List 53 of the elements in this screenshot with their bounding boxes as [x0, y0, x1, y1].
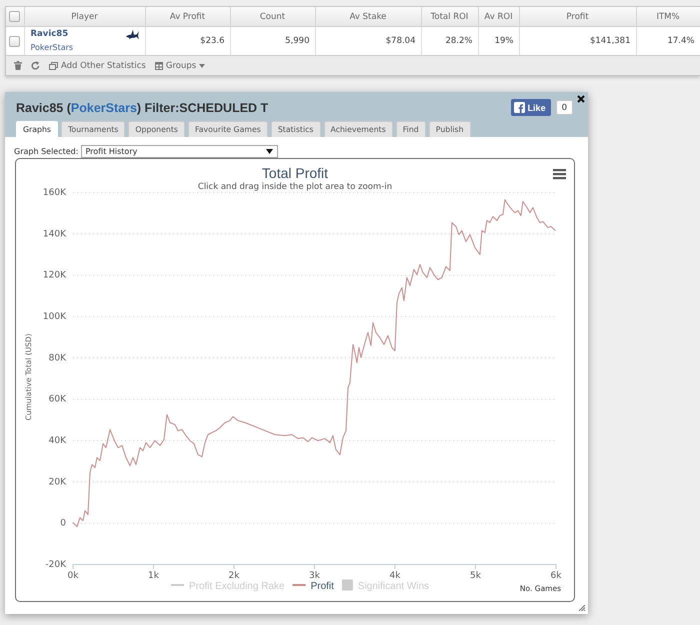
y-axis-label: -20K — [45, 560, 66, 570]
column-header[interactable]: Player — [24, 7, 145, 26]
column-header[interactable]: Av Stake — [315, 7, 421, 26]
y-axis-label: 40K — [48, 436, 66, 446]
row-checkbox[interactable] — [9, 36, 20, 46]
graph-select-dropdown[interactable]: Profit History — [81, 145, 278, 158]
menu-icon[interactable] — [553, 169, 566, 180]
x-axis-label: 5k — [470, 571, 481, 581]
shark-icon — [126, 29, 138, 40]
y-axis-label: 0 — [60, 518, 66, 529]
graph-selected-label: Graph Selected: — [14, 147, 78, 156]
caret-icon — [266, 149, 274, 154]
y-axis-label: 140K — [42, 229, 66, 240]
facebook-icon — [514, 102, 525, 113]
site-link[interactable]: PokerStars — [70, 100, 137, 114]
select-all-checkbox[interactable] — [9, 11, 20, 22]
legend-line-icon — [170, 584, 184, 586]
chart-title: Total Profit — [262, 165, 328, 181]
legend-item[interactable]: Profit — [292, 581, 334, 592]
add-statistics-button[interactable]: Add Other Statistics — [49, 60, 146, 70]
refresh-icon[interactable] — [31, 61, 40, 70]
y-axis-label: 20K — [48, 477, 66, 488]
y-axis-label: 80K — [48, 353, 66, 364]
chart-subtitle: Click and drag inside the plot area to zoom-in — [198, 182, 392, 192]
x-axis-label: 6k — [550, 571, 562, 581]
x-axis-label: 2k — [228, 571, 240, 581]
table-icon — [154, 62, 163, 70]
column-header[interactable]: Av ROI — [478, 7, 519, 26]
like-button[interactable]: Like — [510, 99, 551, 116]
column-header[interactable]: Profit — [519, 7, 636, 26]
caret-icon — [199, 64, 206, 68]
column-header[interactable]: Count — [230, 7, 315, 26]
column-header[interactable]: Total ROI — [421, 7, 478, 26]
y-axis-label: 160K — [42, 188, 66, 198]
x-axis-label: 1k — [148, 571, 159, 581]
y-axis-label: 120K — [42, 270, 66, 281]
y-axis-label: 100K — [42, 312, 66, 322]
y-axis-label: 60K — [48, 394, 66, 405]
site-link[interactable]: PokerStars — [30, 42, 74, 53]
player-name-link[interactable]: Ravic85 — [30, 29, 68, 40]
windows-icon — [49, 62, 58, 70]
column-header[interactable]: ITM% — [636, 7, 700, 26]
close-icon[interactable] — [577, 95, 585, 103]
x-axis-label: 0k — [68, 571, 78, 581]
trash-icon[interactable] — [14, 61, 22, 70]
dialog-title: Ravic85 (PokerStars) Filter:SCHEDULED T — [16, 100, 268, 114]
resize-grip-icon[interactable] — [579, 605, 585, 611]
legend-square-icon — [342, 580, 353, 590]
x-axis-label: 3k — [309, 571, 320, 581]
column-header[interactable]: Av Profit — [145, 7, 230, 26]
groups-button[interactable]: Groups — [154, 60, 206, 70]
like-count: 0 — [556, 100, 573, 115]
x-axis-label: 4k — [390, 571, 400, 581]
